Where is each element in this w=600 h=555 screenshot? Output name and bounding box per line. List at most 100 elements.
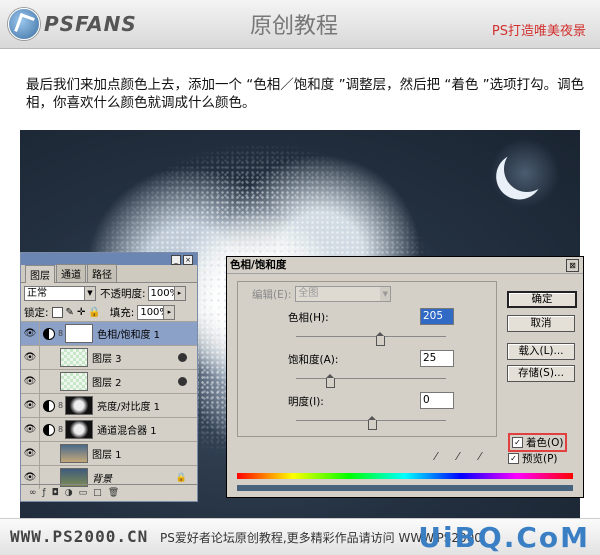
save-button[interactable]: 存储(S)... [507, 365, 575, 382]
hue-slider-handle[interactable] [376, 332, 385, 346]
layer-thumbnail[interactable] [60, 444, 88, 463]
tab-layers[interactable]: 图层 [25, 265, 55, 283]
link-icon[interactable]: 8 [58, 401, 63, 410]
link-layers-icon[interactable]: ∞ [29, 488, 37, 498]
dialog-title: 色相/饱和度 [227, 257, 583, 274]
checkmark-icon: ✓ [512, 437, 523, 448]
logo-text: PSFANS [44, 12, 137, 36]
checkmark-icon: ✓ [508, 453, 519, 464]
new-layer-icon[interactable]: □ [93, 488, 102, 498]
lightness-slider-handle[interactable] [368, 416, 377, 430]
saturation-slider-handle[interactable] [326, 374, 335, 388]
eye-icon[interactable]: 👁 [21, 418, 40, 441]
blend-mode-value: 正常 [27, 287, 47, 299]
saturation-slider-track[interactable] [296, 378, 446, 379]
hue-input[interactable]: 205 [420, 308, 454, 325]
chevron-down-icon: ▼ [84, 286, 95, 300]
ok-button[interactable]: 确定 [507, 291, 577, 308]
preview-label: 预览(P) [522, 453, 558, 465]
layer-mask-thumbnail[interactable] [65, 396, 94, 415]
layer-style-icon[interactable] [178, 377, 187, 386]
layer-name: 通道混合器 1 [97, 426, 157, 437]
fill-field[interactable]: 100% ▸ [137, 304, 176, 320]
link-icon[interactable]: 8 [58, 329, 63, 338]
chevron-right-icon: ▸ [163, 305, 175, 319]
chevron-down-icon: ▼ [380, 287, 391, 301]
eye-icon[interactable]: 👁 [21, 442, 40, 465]
layer-name: 亮度/对比度 1 [97, 402, 161, 413]
new-group-icon[interactable]: ▭ [79, 488, 88, 498]
eyedropper-icon[interactable]: ⁄ [435, 451, 447, 463]
lock-row: 锁定: ✎ ✛ 🔒 填充: 100% ▸ [21, 303, 197, 321]
preview-checkbox[interactable]: ✓ 预览(P) [508, 451, 558, 466]
saturation-label: 饱和度(A): [288, 354, 339, 366]
adjustment-icon [43, 327, 55, 340]
eye-icon[interactable]: 👁 [21, 322, 40, 345]
tab-paths[interactable]: 路径 [87, 264, 117, 282]
add-mask-icon[interactable]: ◘ [52, 488, 59, 498]
layer-name: 图层 1 [92, 450, 122, 461]
layer-row[interactable]: 👁 8 通道混合器 1 [21, 417, 197, 441]
close-icon[interactable]: × [183, 255, 193, 265]
lock-paint-icon[interactable]: ✎ [66, 307, 74, 318]
tab-channels[interactable]: 通道 [56, 264, 86, 282]
blend-row: 正常 ▼ 不透明度: 100% ▸ [21, 283, 197, 303]
load-button[interactable]: 载入(L)... [507, 343, 575, 360]
close-icon[interactable]: ⊠ [566, 259, 579, 272]
hue-label: 色相(H): [288, 312, 329, 324]
eyedropper-plus-icon[interactable]: ⁄ [457, 451, 469, 463]
opacity-field[interactable]: 100% ▸ [147, 285, 186, 301]
cancel-button[interactable]: 取消 [507, 315, 575, 332]
new-adjustment-icon[interactable]: ◑ [65, 488, 73, 498]
colorize-checkbox[interactable]: ✓ 着色(O) [508, 433, 568, 452]
eye-icon[interactable]: 👁 [21, 346, 40, 369]
add-style-icon[interactable]: ƒ [43, 488, 46, 498]
lock-move-icon[interactable]: ✛ [77, 307, 85, 318]
layers-panel: _ × 图层 通道 路径 正常 ▼ 不透明度: 100% ▸ 锁定: ✎ ✛ 🔒… [20, 252, 198, 502]
layer-row[interactable]: 👁 8 亮度/对比度 1 [21, 393, 197, 417]
minimize-icon[interactable]: _ [171, 255, 181, 265]
lock-label: 锁定: [24, 306, 49, 319]
layer-row[interactable]: 👁 图层 2 [21, 369, 197, 393]
edit-row: 编辑(E): 全图 ▼ [252, 286, 392, 302]
intro-text: 最后我们来加点颜色上去，添加一个 “色相／饱和度 ”调整层，然后把 “着色 ”选… [26, 77, 585, 111]
edit-label: 编辑(E): [252, 288, 292, 301]
blend-mode-select[interactable]: 正常 ▼ [24, 285, 96, 301]
adjustment-group: 编辑(E): 全图 ▼ 色相(H): 205 饱和度(A): 25 明度(I):… [237, 281, 497, 437]
edit-select[interactable]: 全图 ▼ [295, 286, 392, 302]
psfans-logo-icon [8, 8, 40, 40]
lock-all-icon[interactable]: 🔒 [88, 307, 100, 318]
footer-site: WWW.PS2000.CN [10, 527, 149, 546]
banner-slogan: PS打造唯美夜景 [491, 24, 586, 39]
lightness-input[interactable]: 0 [420, 392, 454, 409]
watermark-logo: UiBQ.CoM [418, 521, 590, 554]
lock-transparency-icon[interactable] [51, 306, 63, 318]
layer-mask-thumbnail[interactable] [65, 420, 94, 439]
colorize-label: 着色(O) [526, 437, 564, 449]
layer-row[interactable]: 👁 图层 3 [21, 345, 197, 369]
hue-saturation-dialog: 色相/饱和度 ⊠ 编辑(E): 全图 ▼ 色相(H): 205 饱和度(A): … [226, 256, 584, 498]
layer-mask-thumbnail[interactable] [65, 324, 94, 343]
eye-icon[interactable]: 👁 [21, 370, 40, 393]
layer-name: 图层 3 [92, 354, 122, 365]
input-color-bar [237, 473, 573, 479]
layer-name: 图层 2 [92, 378, 122, 389]
layer-name: 色相/饱和度 1 [97, 330, 161, 341]
layer-style-icon[interactable] [178, 353, 187, 362]
banner-title: 原创教程 [250, 14, 339, 39]
layer-row[interactable]: 👁 8 色相/饱和度 1 [21, 321, 197, 345]
hue-slider-track[interactable] [296, 336, 446, 337]
eye-icon[interactable]: 👁 [21, 394, 40, 417]
layer-name: 背景 [92, 474, 112, 485]
fill-label: 填充: [109, 306, 135, 319]
output-color-bar [237, 485, 573, 491]
layer-thumbnail[interactable] [60, 348, 88, 367]
trash-icon[interactable]: 🗑 [108, 488, 119, 498]
link-icon[interactable]: 8 [58, 425, 63, 434]
eyedropper-minus-icon[interactable]: ⁄ [479, 451, 491, 463]
layer-row[interactable]: 👁 图层 1 [21, 441, 197, 465]
header-banner: PSFANS 原创教程 PS打造唯美夜景 [0, 0, 600, 49]
edit-value: 全图 [298, 288, 319, 299]
layer-thumbnail[interactable] [60, 372, 88, 391]
saturation-input[interactable]: 25 [420, 350, 454, 367]
